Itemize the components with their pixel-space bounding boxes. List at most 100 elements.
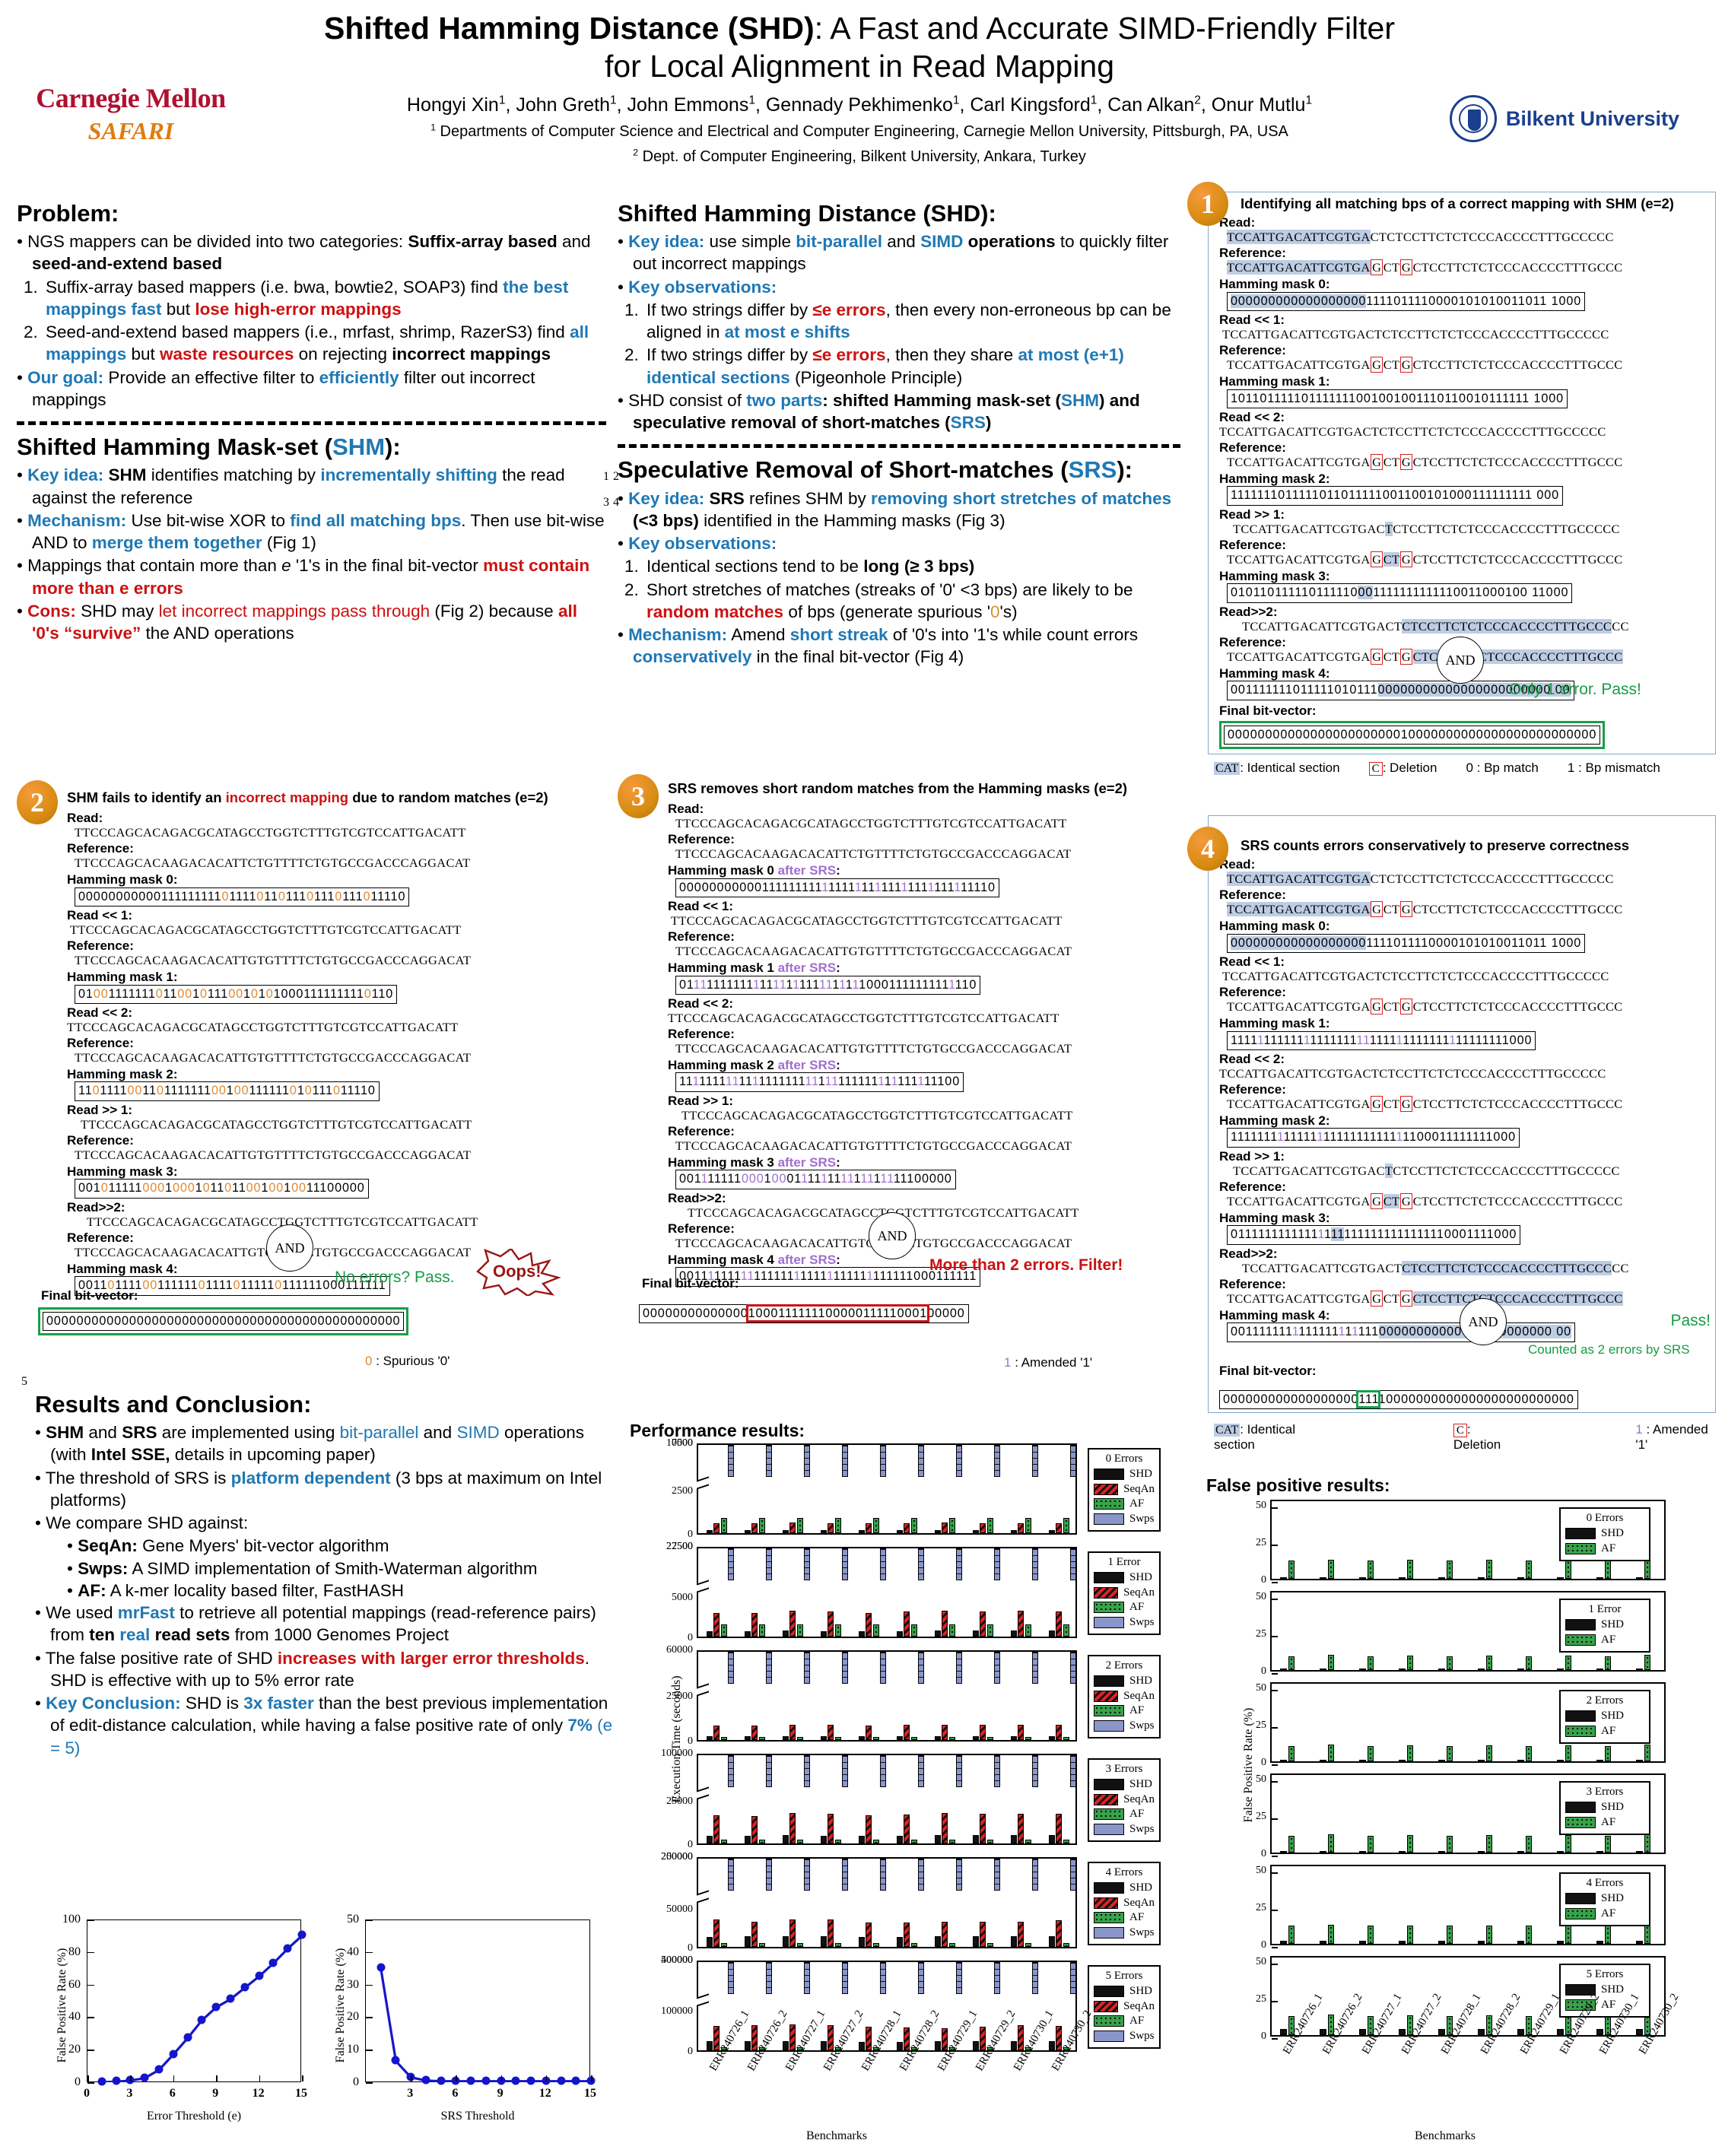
figure-2-title: SHM fails to identify an incorrect mappi… bbox=[67, 789, 548, 805]
bar bbox=[948, 1624, 955, 1637]
f4-seq-ref2: TCCATTGACATTCGTGA G CT G CTCCTTCTCTCCCACCCCT… bbox=[1227, 1096, 1623, 1113]
bar bbox=[1485, 1925, 1493, 1944]
bar bbox=[841, 1652, 848, 1684]
legend-swatch bbox=[1565, 1816, 1596, 1828]
legend-entry: SeqAn bbox=[1094, 1483, 1155, 1496]
f2-label-read1: Read << 1: bbox=[67, 907, 132, 922]
figure-1-title: Identifying all matching bps of a correc… bbox=[1241, 195, 1674, 211]
bar bbox=[1446, 1560, 1453, 1579]
bar bbox=[745, 1530, 751, 1533]
bar bbox=[834, 1624, 841, 1637]
bar bbox=[1025, 1840, 1031, 1843]
perf-ylabel: Execution Time (seconds) bbox=[670, 1675, 683, 1803]
bar bbox=[1438, 1577, 1445, 1579]
legend-label: AF bbox=[1601, 1542, 1616, 1554]
legend-label: SHD bbox=[1601, 1618, 1625, 1630]
bar bbox=[1485, 1559, 1493, 1579]
bar bbox=[986, 1942, 993, 1947]
bar bbox=[973, 1530, 980, 1533]
f1-label-read1: Read << 1: bbox=[1219, 312, 1285, 327]
f1-label-ref2: Reference: bbox=[1219, 440, 1286, 456]
bar bbox=[1280, 1760, 1287, 1761]
legend-swatch bbox=[1565, 1710, 1596, 1722]
bar bbox=[1327, 1559, 1335, 1579]
legend-swatch bbox=[1094, 1513, 1124, 1525]
bar bbox=[917, 1962, 924, 1995]
bar bbox=[1049, 1530, 1056, 1533]
bar bbox=[948, 1518, 955, 1533]
results-compare-list: SeqAn: Gene Myers' bit-vector algorithm … bbox=[67, 1535, 613, 1602]
f1-seq-ref1: TCCATTGACATTCGTGA G CT G CTCCTTCTCTCCCACCCCT… bbox=[1227, 357, 1623, 373]
fp-ylabel: False Positive Rate (%) bbox=[1242, 1707, 1255, 1823]
lp2-ylabel: False Positive Rate (%) bbox=[334, 1948, 347, 2063]
data-point bbox=[255, 1971, 264, 1980]
data-point bbox=[297, 1930, 307, 1939]
f1-and-gate: AND bbox=[1437, 637, 1484, 684]
legend-label: AF bbox=[1129, 2015, 1145, 2027]
f2-label-read0: Read: bbox=[67, 811, 103, 825]
bar bbox=[1438, 1851, 1445, 1853]
legend-swatch bbox=[1094, 1690, 1119, 1702]
bar bbox=[866, 1725, 872, 1740]
divider-num-2: 2 bbox=[613, 470, 619, 483]
legend-entry: SHD bbox=[1565, 1527, 1644, 1540]
bar bbox=[866, 1523, 872, 1533]
bar bbox=[1604, 1926, 1612, 1944]
bar bbox=[789, 1724, 796, 1740]
data-point bbox=[421, 2075, 430, 2085]
bar bbox=[1399, 2029, 1406, 2035]
bilkent-seal-icon bbox=[1449, 95, 1497, 142]
y-tick-label: 0 bbox=[688, 1632, 693, 1643]
bar bbox=[942, 1813, 948, 1843]
page-title: Shifted Hamming Distance (SHD): A Fast a… bbox=[251, 9, 1468, 47]
legend-label: SHD bbox=[1601, 1710, 1625, 1722]
legend-entry: AF bbox=[1565, 1816, 1644, 1829]
f3-seq-read2: TTCCCAGCACAGACGCATAGCCTGGTCTTTGTCGTCCATT… bbox=[668, 1010, 1059, 1025]
title-block: Shifted Hamming Distance (SHD): A Fast a… bbox=[251, 9, 1468, 168]
bar bbox=[1069, 1445, 1076, 1478]
f4-counted-note: Counted as 2 errors by SRS bbox=[1528, 1342, 1690, 1357]
f2-seq-ref3: TTCCCAGCACAAGACACATTGTGTTTTCTGTGCCGACCCA… bbox=[75, 1148, 472, 1163]
srs-obs-1: Identical sections tend to be long (≥ 3 … bbox=[643, 555, 1180, 577]
y-tick-label: 50 bbox=[1256, 1956, 1266, 1967]
y-tick-label: 0 bbox=[1261, 1574, 1266, 1586]
f2-oops-text: Oops! bbox=[493, 1262, 542, 1281]
data-point bbox=[183, 2033, 192, 2042]
f3-mask-1: 0111111111111111111111111111000111111111… bbox=[675, 975, 981, 995]
f1-label-read4: Read>>2: bbox=[1219, 604, 1278, 619]
chart-legend: 5 Errors SHD SeqAn AF Swps bbox=[1088, 1965, 1161, 2049]
bar bbox=[1478, 2029, 1485, 2035]
bar bbox=[1280, 1851, 1287, 1853]
y-tick-label: 80 bbox=[68, 1945, 81, 1958]
legend-swatch bbox=[1094, 1882, 1124, 1894]
legend-swatch bbox=[1094, 1823, 1124, 1835]
f2-label-mask3: Hamming mask 3: bbox=[67, 1164, 178, 1179]
srs-observations: Identical sections tend to be long (≥ 3 … bbox=[643, 555, 1180, 623]
legend-title: 4 Errors bbox=[1586, 1877, 1624, 1889]
bar bbox=[942, 1724, 948, 1740]
legend-entry: AF bbox=[1565, 1634, 1644, 1646]
bar bbox=[783, 1736, 789, 1740]
bar bbox=[821, 1835, 828, 1843]
results-bullet-3: We compare SHD against: bbox=[35, 1512, 613, 1534]
bar bbox=[1069, 1755, 1076, 1788]
divider-left bbox=[17, 421, 606, 426]
bar bbox=[1644, 1559, 1651, 1579]
bar bbox=[1063, 1518, 1069, 1533]
f4-label-ref3: Reference: bbox=[1219, 1180, 1286, 1195]
legend-title: 1 Error bbox=[1107, 1556, 1141, 1568]
y-tick-label: 0 bbox=[353, 2075, 359, 2088]
figure-1-badge: 1 bbox=[1187, 182, 1228, 226]
bar bbox=[1359, 1851, 1366, 1853]
f3-seq-read0: TTCCCAGCACAGACGCATAGCCTGGTCTTTGTCGTCCATT… bbox=[675, 815, 1067, 830]
legend-entry: SHD bbox=[1565, 1618, 1644, 1631]
srs-bullets: Key idea: SRS refines SHM by removing sh… bbox=[618, 487, 1180, 555]
legend-title: 5 Errors bbox=[1586, 1968, 1624, 1980]
bar bbox=[707, 1936, 713, 1947]
bar bbox=[834, 1840, 841, 1843]
bar bbox=[727, 1859, 734, 1891]
bar bbox=[1018, 1921, 1025, 1947]
bar bbox=[727, 1962, 734, 1995]
author-list: Hongyi Xin1, John Greth1, John Emmons1, … bbox=[406, 94, 1313, 116]
data-point bbox=[140, 2073, 149, 2082]
